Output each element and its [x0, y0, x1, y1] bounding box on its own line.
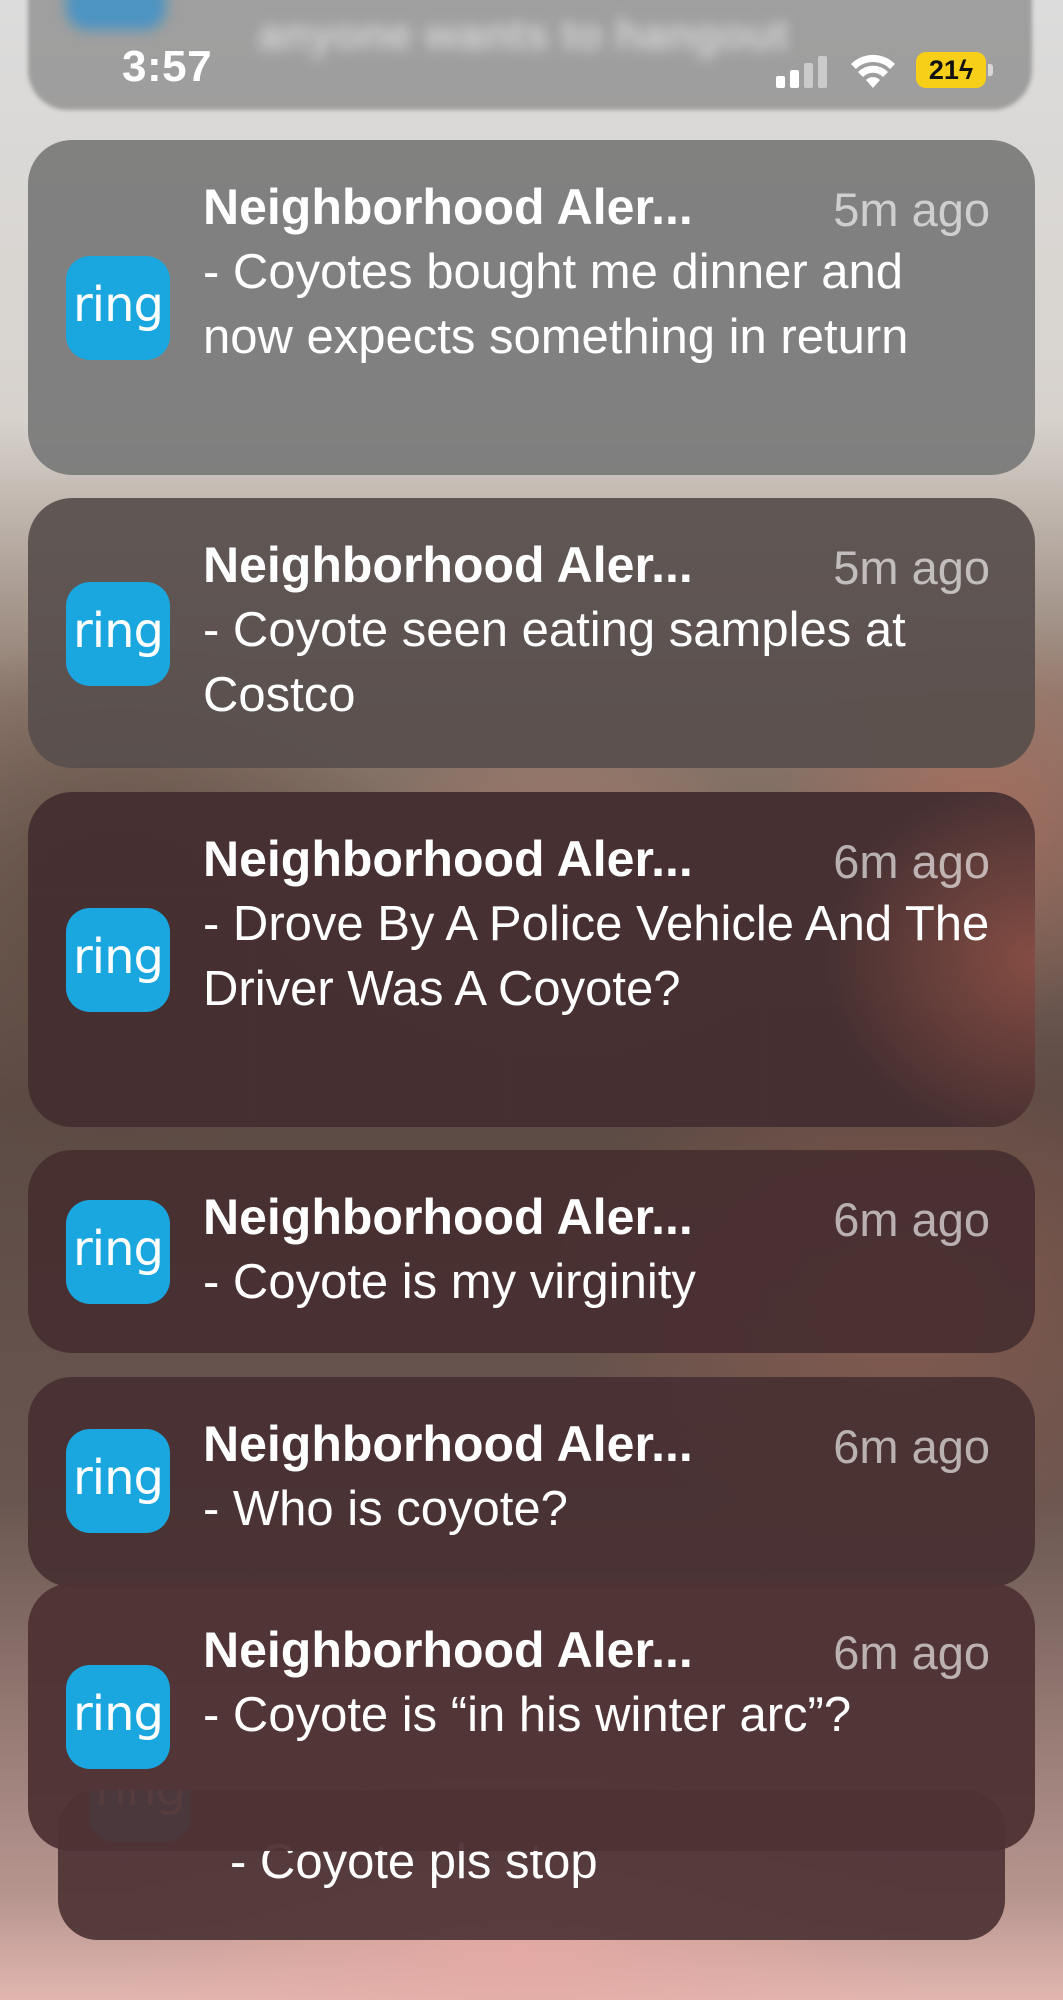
notification-card[interactable]: ring Neighborhood Aler... 6m ago - Drove… — [28, 792, 1035, 1127]
notification-card[interactable]: ring Neighborhood Aler... 6m ago - Who i… — [28, 1377, 1035, 1587]
charging-bolt-icon: ϟ — [958, 55, 974, 85]
wifi-icon — [851, 54, 895, 88]
notification-title: Neighborhood Aler... — [203, 1622, 693, 1678]
ring-app-icon: ring — [66, 582, 170, 686]
notification-time: 6m ago — [833, 1626, 990, 1679]
notification-time: 5m ago — [833, 183, 990, 236]
notification-time: 5m ago — [833, 541, 990, 594]
notification-card[interactable]: ring Neighborhood Aler... 6m ago - Coyot… — [28, 1583, 1035, 1851]
notification-body: - Coyote seen eating samples at Costco — [203, 603, 906, 722]
notification-body: - Coyotes bought me dinner and now expec… — [203, 245, 909, 364]
notification-body: - Who is coyote? — [203, 1482, 568, 1536]
notification-card[interactable]: ring Neighborhood Aler... 5m ago - Coyot… — [28, 140, 1035, 475]
ring-app-icon: ring — [66, 1429, 170, 1533]
ring-app-icon: ring — [66, 1200, 170, 1304]
battery-cap — [988, 64, 993, 76]
notification-title: Neighborhood Aler... — [203, 179, 693, 235]
ring-app-icon: ring — [66, 1665, 170, 1769]
ring-app-icon: ring — [66, 256, 170, 360]
notification-title: Neighborhood Aler... — [203, 1416, 693, 1472]
notification-title: Neighborhood Aler... — [203, 831, 693, 887]
notification-title: Neighborhood Aler... — [203, 1189, 693, 1245]
notification-card[interactable]: ring Neighborhood Aler... 5m ago - Coyot… — [28, 498, 1035, 768]
battery-indicator: 21ϟ — [916, 52, 986, 88]
status-bar: 3:57 21ϟ — [0, 0, 1063, 140]
notification-time: 6m ago — [833, 835, 990, 888]
notification-body: - Drove By A Police Vehicle And The Driv… — [203, 897, 990, 1016]
notification-title: Neighborhood Aler... — [203, 537, 693, 593]
notification-time: 6m ago — [833, 1420, 990, 1473]
cellular-signal-icon — [776, 54, 830, 88]
notification-card[interactable]: ring Neighborhood Aler... 6m ago - Coyot… — [28, 1150, 1035, 1353]
clock: 3:57 — [122, 42, 213, 91]
notification-body: - Coyote is my virginity — [203, 1255, 696, 1309]
ring-app-icon: ring — [66, 908, 170, 1012]
battery-level: 21 — [928, 55, 959, 85]
notification-time: 6m ago — [833, 1193, 990, 1246]
notification-body: - Coyote is “in his winter arc”? — [203, 1688, 852, 1742]
